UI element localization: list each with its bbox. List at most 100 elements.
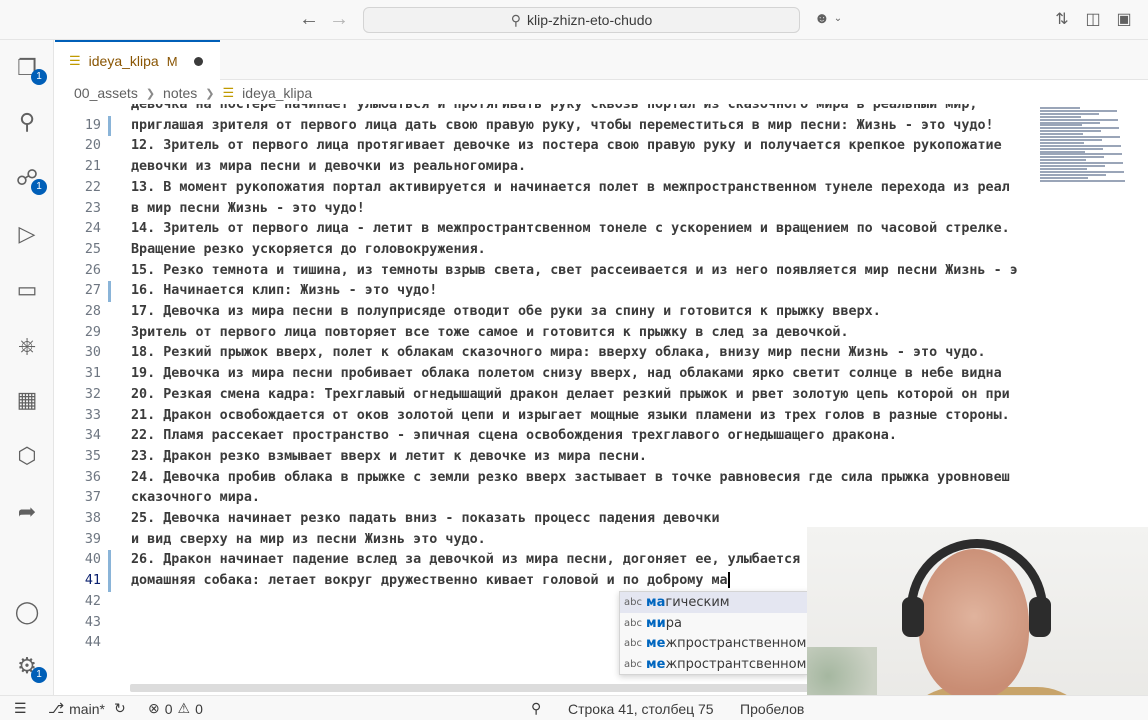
minimap-line [1040,144,1121,147]
file-icon: ☰ [222,85,235,100]
line-number: 26 [84,262,101,278]
suggestion-item[interactable]: abc магическим [620,592,808,613]
forward-arrow-icon[interactable]: → [328,9,350,31]
indentation-indicator[interactable]: Пробелов [740,696,804,720]
editor-line[interactable]: 36 24. Девочка пробив облака в прыжке с з… [55,468,1035,489]
unsaved-dot-icon[interactable] [193,56,203,66]
source-control-icon[interactable]: ☍ 1 [13,164,47,195]
line-number: 28 [84,304,101,319]
modified-status: M [166,53,178,69]
line-text: 15. Резко темнота и тишина, из темноты в… [131,262,1018,278]
editor-line[interactable]: 27 16. Начинается клип: Жизнь - это чудо! [55,281,1035,302]
line-text: 21. Дракон освобождается от оков золотой… [131,407,1010,423]
line-text: 18. Резкий прыжок вверх, полет к облакам… [131,345,986,361]
editor-line[interactable]: 24 14. Зритель от первого лица - летит в … [55,219,1035,240]
editor-line[interactable]: 32 20. Резкая смена кадра: Трехглавый огн… [55,385,1035,406]
editor-line[interactable]: 28 17. Девочка из мира песни в полуприсяд… [55,302,1035,323]
line-text: 26. Дракон начинает падение вслед за дев… [131,552,801,568]
line-text: 14. Зритель от первого лица - летит в ме… [131,221,1010,237]
explorer-badge: 1 [31,69,47,85]
editor-line[interactable]: 21 девочки из мира песни и девочки из реа… [55,157,1035,178]
suggestion-item[interactable]: abc межпространственном [620,633,808,654]
containers-icon[interactable]: ⬡ [13,442,41,470]
suggestion-label: межпространтсвенном [646,656,807,672]
editor-line[interactable]: 19 приглашая зрителя от первого лица дать… [55,115,1035,137]
headphones-band [907,539,1047,609]
line-number: 22 [84,179,101,195]
kubernetes-icon[interactable]: ⎈ [13,332,41,360]
editor-line[interactable]: 35 23. Дракон резко взмывает вверх и лети… [55,447,1035,468]
toggle-sidebar-icon[interactable]: ◫ [1083,10,1103,30]
minimap-line [1040,136,1120,138]
line-number: 29 [84,324,101,340]
editor-line[interactable]: 34 22. Пламя рассекает пространство - эпи… [55,426,1035,447]
suggestion-label: мира [646,615,682,631]
line-text: 20. Резкая смена кадра: Трехглавый огнед… [131,386,1010,402]
branch-indicator[interactable]: ⎇ main* ↻ [48,696,126,720]
editor-line[interactable]: 25 Вращение резко ускоряется до головокру… [55,240,1035,261]
line-number: 36 [84,469,101,485]
editor-line[interactable]: 29 Зритель от первого лица повторяет все … [55,323,1035,344]
minimap-line [1040,112,1099,115]
search-icon: ⚲ [510,11,521,28]
editor-line[interactable]: 22 13. В момент рукопожатия портал активи… [55,178,1035,199]
minimap-line [1040,162,1123,165]
run-debug-icon[interactable]: ▷ [13,220,41,248]
problems-indicator[interactable]: ⊗ 0 ⚠ 0 [148,696,203,720]
editor-line[interactable]: 31 19. Девочка из мира песни пробивает об… [55,364,1035,385]
cursor-position[interactable]: Строка 41, столбец 75 [568,696,714,720]
toggle-panel-icon[interactable]: ▣ [1114,10,1134,30]
settings-badge: 1 [31,667,47,683]
breadcrumb-item[interactable]: ideya_klipa [242,85,312,101]
line-number: 38 [84,511,101,526]
editor-line[interactable]: 33 21. Дракон освобождается от оков золот… [55,406,1035,427]
editor-line[interactable]: 23 в мир песни Жизнь - это чудо! [55,199,1035,220]
line-text: приглашая зрителя от первого лица дать с… [131,117,994,133]
copilot-menu[interactable]: ☻ ⌄ [814,10,842,27]
gear-icon[interactable]: ⚙ 1 [13,652,47,683]
editor-line[interactable]: 30 18. Резкий прыжок вверх, полет к облак… [55,343,1035,364]
minimap-line [1040,147,1103,150]
minimap-line [1040,156,1104,159]
suggestion-item[interactable]: abc межпространтсвенном [620,654,808,675]
minimap[interactable] [1036,104,1140,182]
editor-line[interactable]: 26 15. Резко темнота и тишина, из темноты… [55,261,1035,282]
explorer-icon[interactable]: ❐ 1 [13,54,47,85]
search-icon[interactable]: ⚲ [13,108,41,136]
minimap-line [1040,159,1086,162]
line-text: Девочка на постере начинает улыбаться и … [131,104,978,112]
tab-ideya-klipa[interactable]: ☰ ideya_klipa M [55,40,220,80]
live-share-icon[interactable]: ➦ [13,498,41,526]
remote-indicator-icon[interactable]: ☰ [14,696,27,720]
text-cursor [727,572,730,589]
line-text: 17. Девочка из мира песни в полуприсяде … [131,304,881,319]
line-number: 27 [84,283,101,299]
horizontal-scrollbar[interactable] [130,684,810,692]
line-text: и вид сверху на мир из песни Жизнь это ч… [131,531,486,547]
line-number: 20 [84,138,101,154]
editor-line[interactable]: 37 сказочного мира. [55,488,1035,509]
extensions-icon[interactable]: ▦ [13,386,41,414]
layout-control-icon[interactable]: ⇅ [1052,10,1072,30]
chevron-down-icon: ⌄ [833,13,843,24]
minimap-line [1040,121,1100,124]
editor-tab-bar: ☰ ideya_klipa M [55,40,1148,80]
editor-line[interactable]: Девочка на постере начинает улыбаться и … [55,104,1035,116]
accounts-icon[interactable]: ◯ [13,598,41,626]
minimap-line [1040,118,1118,121]
breadcrumb-item[interactable]: 00_assets [74,85,138,101]
line-number: 43 [84,614,101,630]
line-text: в мир песни Жизнь - это чудо! [131,200,365,216]
breadcrumb-item[interactable]: notes [163,85,197,101]
zoom-icon[interactable]: ⚲ [531,696,541,720]
command-center-search[interactable]: ⚲ klip-zhizn-eto-chudo [363,7,800,33]
editor-line[interactable]: 20 12. Зритель от первого лица протягивае… [55,136,1035,157]
back-arrow-icon[interactable]: ← [298,9,320,31]
minimap-line [1040,173,1106,176]
minimap-line [1040,179,1125,182]
headphones-ear [902,597,924,637]
minimap-line [1040,165,1105,167]
minimap-line [1040,124,1082,127]
suggestion-item[interactable]: abc мира [620,613,808,634]
remote-explorer-icon[interactable]: ▭ [13,276,41,304]
